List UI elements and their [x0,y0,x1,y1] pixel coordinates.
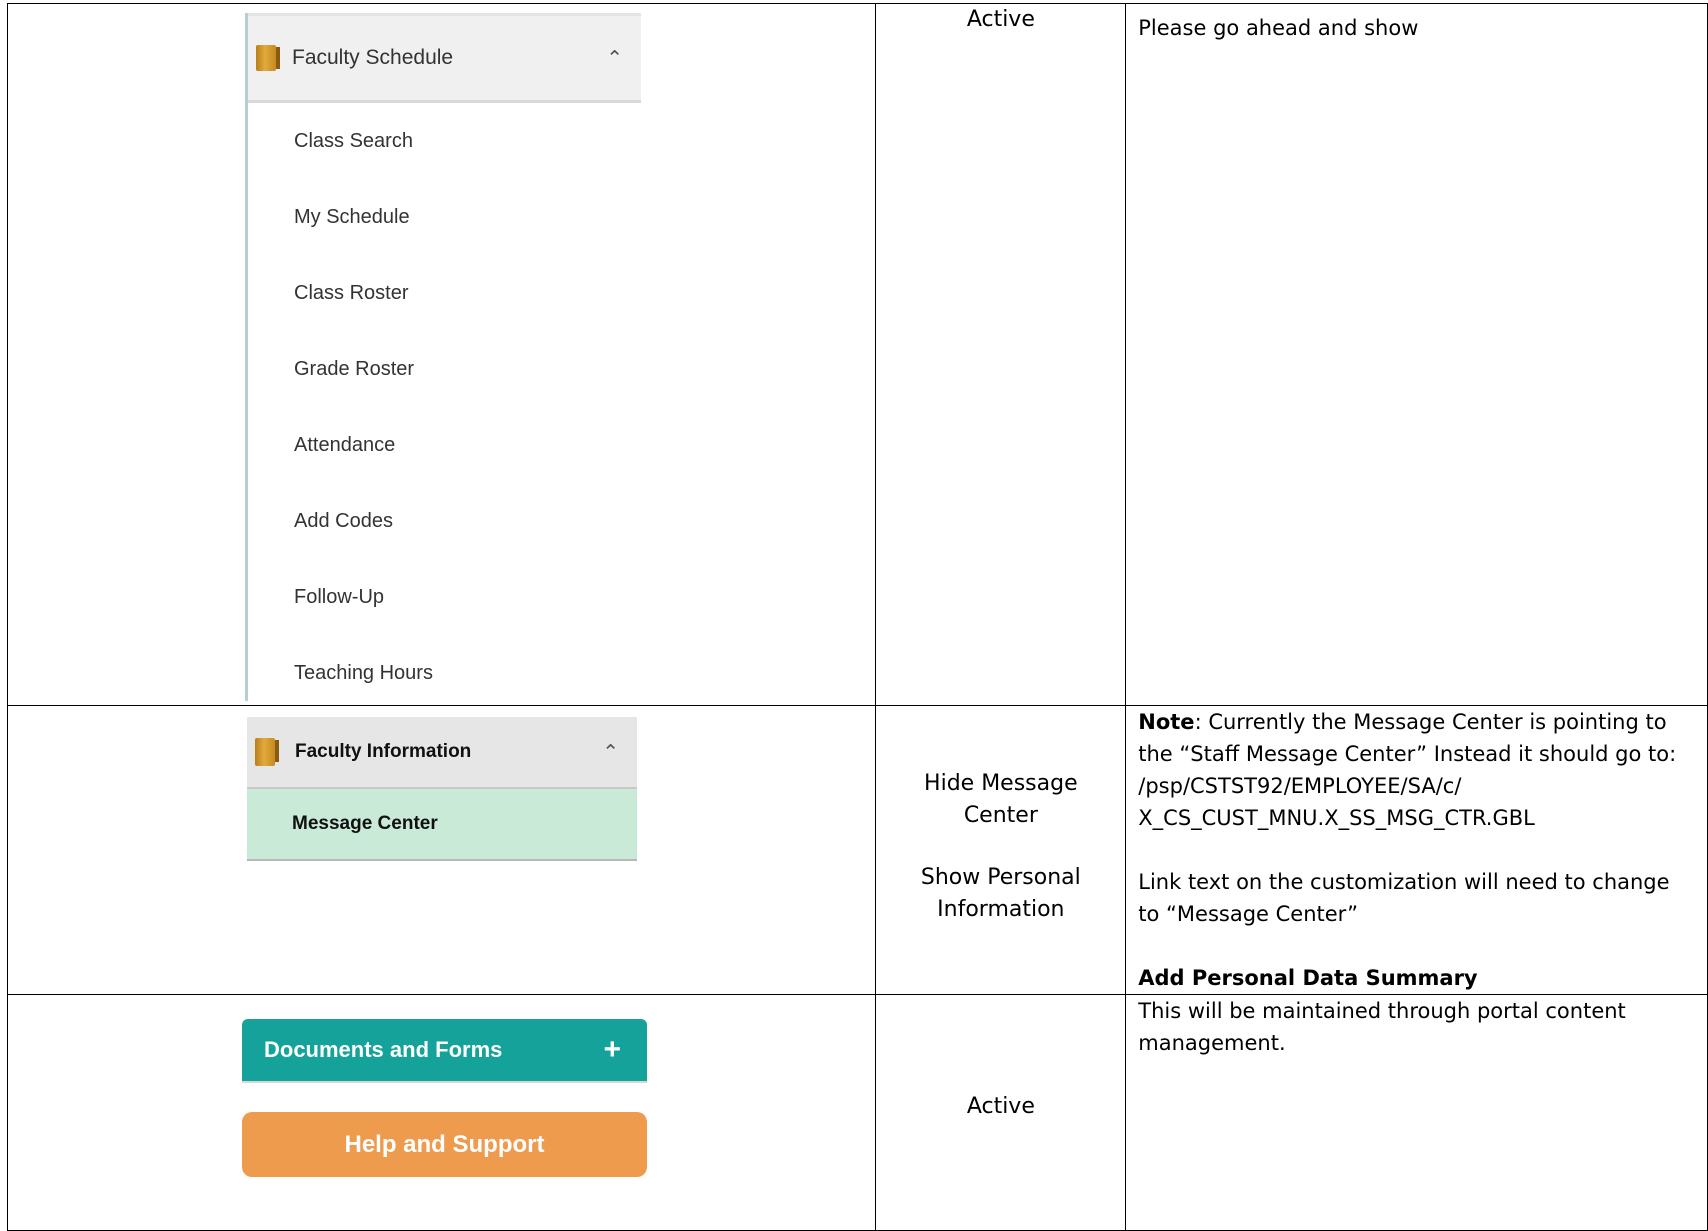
menu-item-teaching-hours[interactable]: Teaching Hours [248,635,641,711]
menu-item-class-roster[interactable]: Class Roster [248,255,641,331]
status-text: Active [966,7,1035,32]
notes-text: Please go ahead and show [1138,16,1419,40]
notes-cell: This will be maintained through portal c… [1125,994,1708,1231]
notes-cell: Please go ahead and show [1125,3,1708,706]
table-row: Faculty Information ⌃ Message Center Hid… [6,705,1708,995]
plus-icon: + [603,1033,621,1066]
chevron-up-icon[interactable]: ⌃ [606,46,623,71]
screenshot-cell: Faculty Information ⌃ Message Center [6,705,877,995]
screenshot-cell: Documents and Forms + Help and Support [6,994,877,1231]
note-paragraph: Note: Currently the Message Center is po… [1138,706,1695,834]
menu-item-attendance[interactable]: Attendance [248,407,641,483]
faculty-information-panel: Faculty Information ⌃ Message Center [247,717,637,861]
documents-and-forms-button[interactable]: Documents and Forms + [242,1019,647,1083]
table-row: Documents and Forms + Help and Support A… [6,994,1708,1231]
faculty-schedule-header[interactable]: Faculty Schedule ⌃ [248,13,641,103]
menu-item-add-codes[interactable]: Add Codes [248,483,641,559]
note-label: Note [1138,710,1195,734]
menu-item-class-search[interactable]: Class Search [248,103,641,179]
link-text-note: Link text on the customization will need… [1138,870,1670,926]
status-cell: Active [875,994,1127,1231]
documents-and-forms-label: Documents and Forms [264,1037,503,1062]
notes-cell: Note: Currently the Message Center is po… [1125,705,1708,995]
help-and-support-button[interactable]: Help and Support [242,1112,647,1177]
status-cell: Hide Message Center Show Personal Inform… [875,705,1127,995]
faculty-information-header[interactable]: Faculty Information ⌃ [247,717,637,789]
status-text: Active [966,1094,1035,1119]
status-hide-message-center: Hide Message Center [924,771,1078,828]
table-row: Faculty Schedule ⌃ Class Search My Sched… [6,3,1708,706]
folder-icon [256,45,280,71]
faculty-schedule-panel: Faculty Schedule ⌃ Class Search My Sched… [245,13,641,701]
folder-icon [255,738,279,766]
menu-item-grade-roster[interactable]: Grade Roster [248,331,641,407]
screenshot-cell: Faculty Schedule ⌃ Class Search My Sched… [6,3,877,706]
status-cell: Active [875,3,1127,706]
add-summary-note: Add Personal Data Summary [1138,966,1478,990]
faculty-schedule-title: Faculty Schedule [292,46,454,69]
menu-item-follow-up[interactable]: Follow-Up [248,559,641,635]
status-show-personal-info: Show Personal Information [920,865,1081,922]
menu-item-message-center[interactable]: Message Center [247,789,637,861]
faculty-information-title: Faculty Information [295,741,472,762]
notes-text: This will be maintained through portal c… [1138,999,1626,1055]
menu-item-my-schedule[interactable]: My Schedule [248,179,641,255]
note-text: : Currently the Message Center is pointi… [1138,710,1677,830]
requirements-table: Faculty Schedule ⌃ Class Search My Sched… [6,3,1708,1231]
chevron-up-icon[interactable]: ⌃ [602,740,619,765]
